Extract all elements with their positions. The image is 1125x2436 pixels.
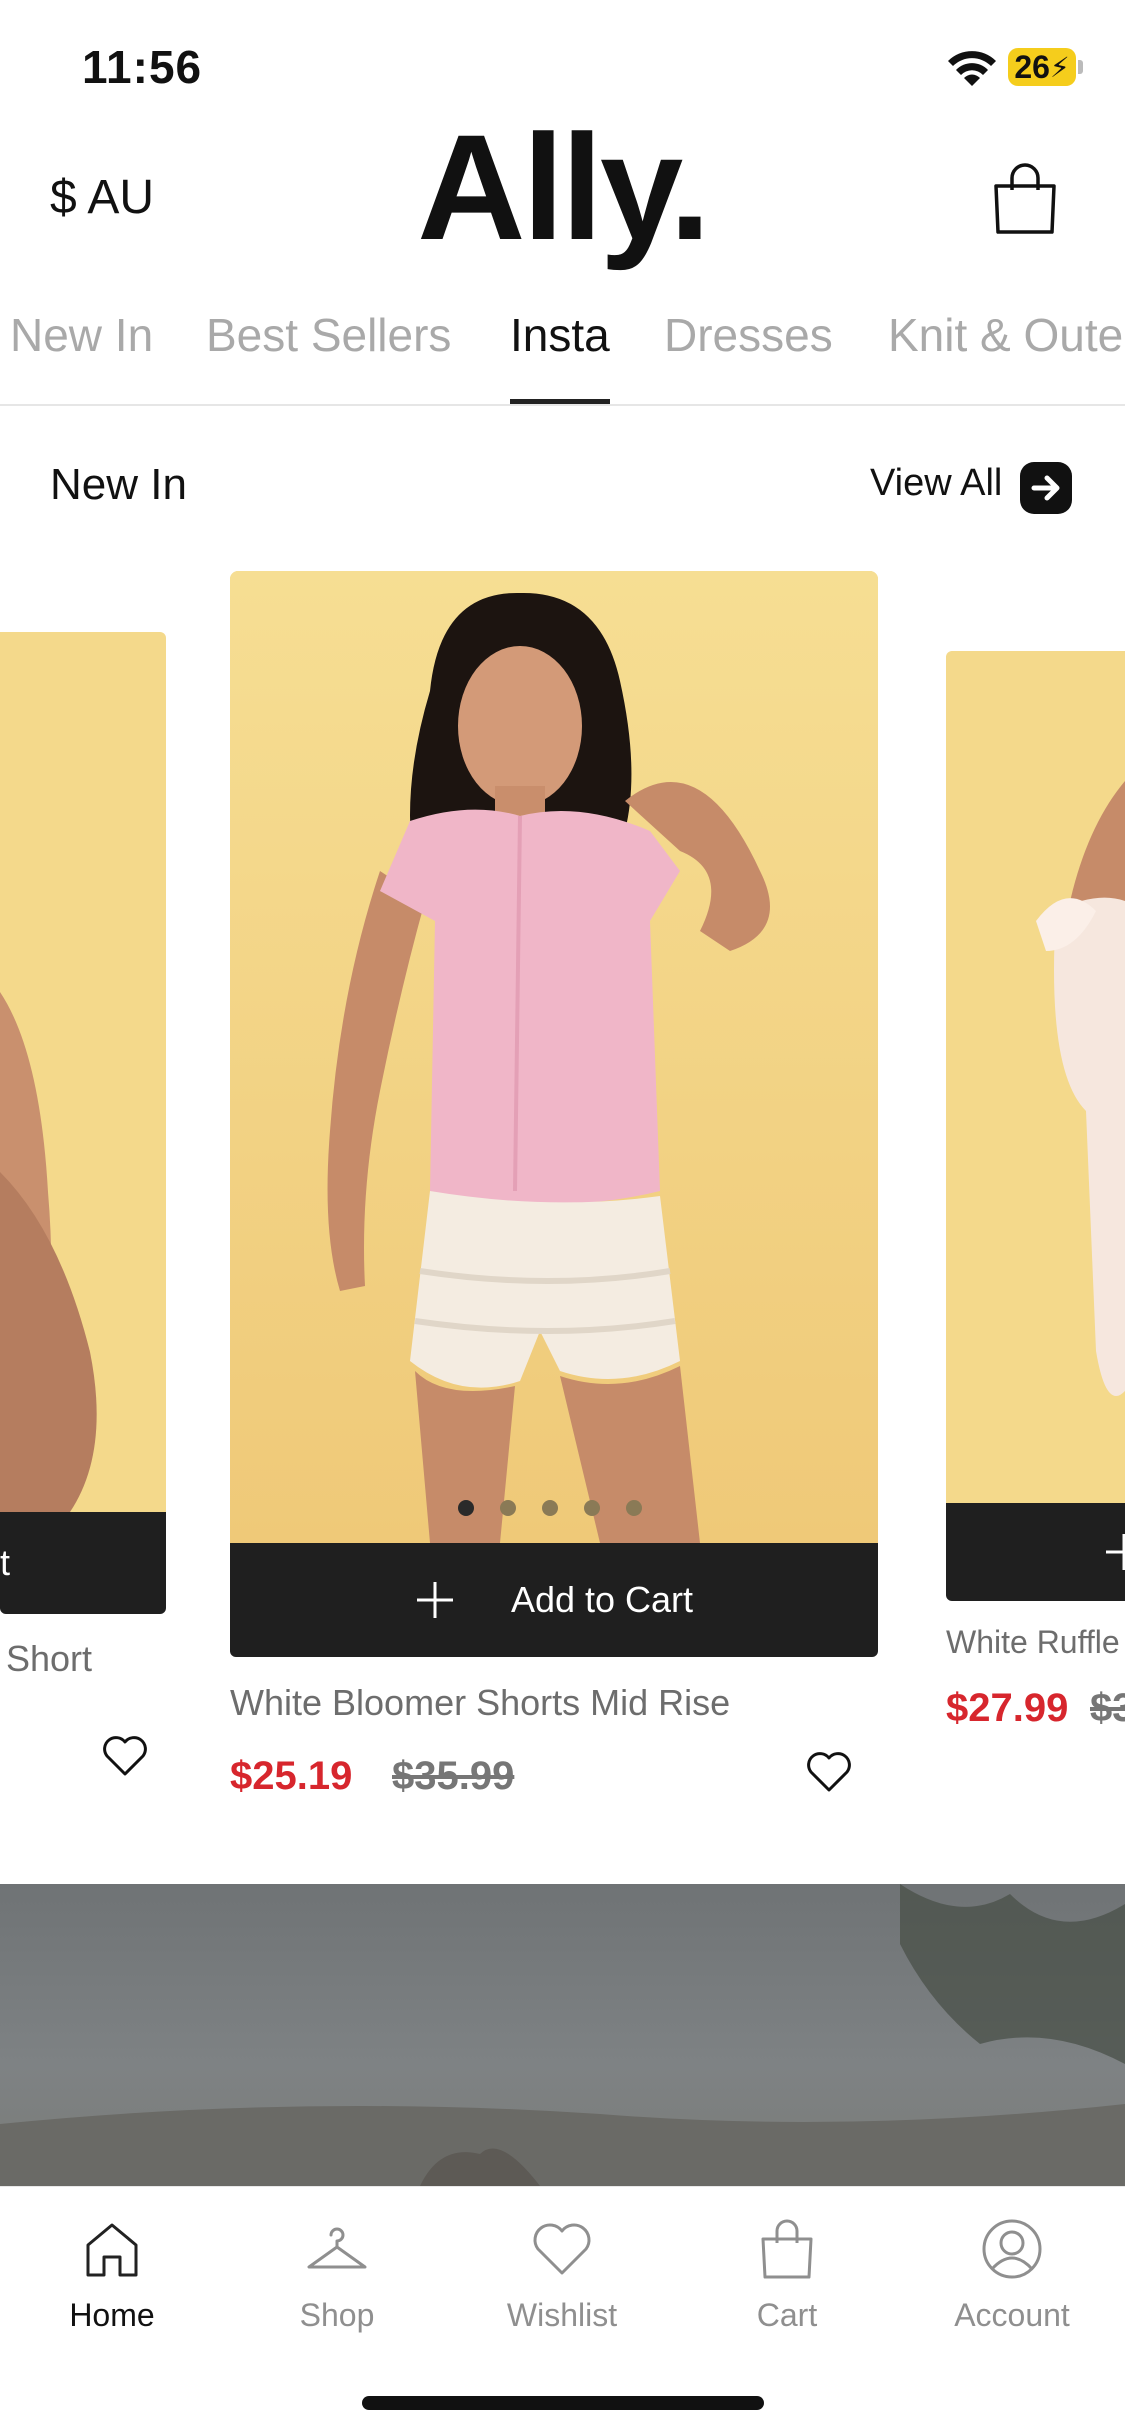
model-photo-main bbox=[230, 571, 878, 1543]
nav-home[interactable]: Home bbox=[12, 2217, 212, 2334]
product-image-right[interactable] bbox=[946, 651, 1125, 1503]
bag-icon bbox=[761, 2219, 813, 2279]
status-time: 11:56 bbox=[82, 41, 203, 93]
sale-price: $25.19 bbox=[230, 1754, 353, 1798]
wishlist-heart-icon[interactable] bbox=[102, 1734, 148, 1776]
image-carousel-dots bbox=[458, 1500, 642, 1516]
promo-banner[interactable] bbox=[0, 1884, 1125, 2186]
nav-home-label: Home bbox=[69, 2297, 155, 2333]
home-indicator bbox=[362, 2396, 764, 2410]
tab-dresses[interactable]: Dresses bbox=[664, 300, 833, 404]
hanger-icon bbox=[307, 2227, 367, 2269]
tab-best-sellers[interactable]: Best Sellers bbox=[206, 300, 451, 404]
model-photo-left bbox=[0, 992, 97, 1512]
arrow-right-icon[interactable] bbox=[1020, 462, 1072, 514]
model-photo-right bbox=[1036, 781, 1125, 1396]
tab-knit-outerwear[interactable]: Knit & Outerwear bbox=[888, 300, 1125, 404]
banner-photo bbox=[0, 1884, 1125, 2186]
product-image-left[interactable] bbox=[0, 632, 166, 1512]
section-title: New In bbox=[50, 460, 187, 509]
carousel-dot[interactable] bbox=[500, 1500, 516, 1516]
carousel-dot[interactable] bbox=[458, 1500, 474, 1516]
nav-account-label: Account bbox=[954, 2297, 1070, 2333]
nav-wishlist[interactable]: Wishlist bbox=[462, 2217, 662, 2334]
product-name-left[interactable]: Short bbox=[6, 1638, 92, 1680]
battery-level: 26 bbox=[1014, 48, 1050, 85]
tab-new-in[interactable]: New In bbox=[10, 300, 153, 404]
carousel-dot[interactable] bbox=[626, 1500, 642, 1516]
plus-icon bbox=[416, 1582, 453, 1618]
home-icon bbox=[86, 2223, 138, 2277]
shopping-bag-icon[interactable] bbox=[990, 160, 1060, 236]
view-all-link[interactable]: View All bbox=[870, 462, 1002, 505]
category-tabs: New In Best Sellers Insta Dresses Knit &… bbox=[0, 300, 1125, 406]
nav-shop-label: Shop bbox=[299, 2297, 375, 2333]
wifi-icon bbox=[948, 51, 996, 86]
nav-account[interactable]: Account bbox=[912, 2217, 1112, 2334]
nav-cart[interactable]: Cart bbox=[687, 2217, 887, 2334]
user-icon bbox=[982, 2219, 1042, 2279]
product-name[interactable]: White Bloomer Shorts Mid Rise bbox=[230, 1682, 730, 1724]
product-name-right[interactable]: White Ruffle bbox=[946, 1624, 1120, 1661]
brand-logo[interactable]: Ally. bbox=[0, 112, 1125, 262]
nav-wishlist-label: Wishlist bbox=[506, 2297, 618, 2333]
wishlist-heart-icon[interactable] bbox=[806, 1750, 852, 1792]
add-to-cart-label: Add to Cart bbox=[510, 1579, 694, 1620]
carousel-dot[interactable] bbox=[584, 1500, 600, 1516]
add-to-cart-button-right[interactable] bbox=[946, 1503, 1125, 1601]
tab-insta[interactable]: Insta bbox=[510, 300, 610, 404]
product-image-main[interactable] bbox=[230, 571, 878, 1543]
plus-icon bbox=[1106, 1534, 1125, 1570]
nav-shop[interactable]: Shop bbox=[237, 2217, 437, 2334]
add-to-cart-button-left[interactable]: t bbox=[0, 1512, 166, 1614]
original-price: $35.99 bbox=[392, 1754, 515, 1798]
heart-icon bbox=[533, 2223, 591, 2275]
nav-cart-label: Cart bbox=[756, 2297, 818, 2333]
carousel-dot[interactable] bbox=[542, 1500, 558, 1516]
battery-cap bbox=[1078, 60, 1083, 74]
original-price-right: $3 bbox=[1090, 1686, 1125, 1730]
sale-price-right: $27.99 bbox=[946, 1686, 1069, 1730]
add-to-cart-button[interactable]: Add to Cart bbox=[230, 1543, 878, 1657]
add-to-cart-label: t bbox=[0, 1542, 11, 1583]
battery-icon: 26 ⚡ bbox=[1008, 48, 1076, 86]
